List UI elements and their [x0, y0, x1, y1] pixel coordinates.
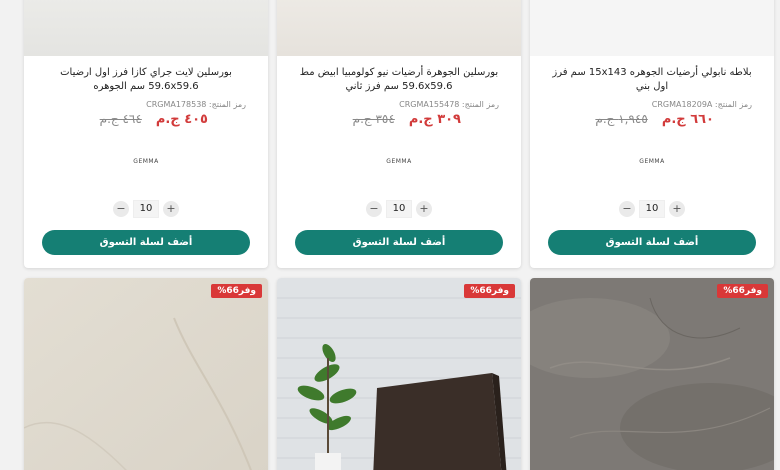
- price-original: ١,٩٤٥ ج.م: [595, 112, 648, 126]
- product-image[interactable]: [277, 0, 521, 56]
- discount-badge: وفر66%: [464, 284, 515, 298]
- quantity-input[interactable]: 10: [386, 200, 412, 218]
- product-card[interactable]: بورسلين الجوهرة أرضيات نيو كولومبيا ابيض…: [277, 0, 521, 268]
- quantity-stepper: − 10 +: [619, 200, 685, 218]
- increase-button[interactable]: +: [669, 201, 685, 217]
- add-to-cart-button[interactable]: أضف لسلة التسوق: [295, 230, 503, 255]
- product-image[interactable]: [24, 278, 268, 470]
- price-current: ٣٠٩ ج.م: [408, 112, 461, 127]
- quantity-input[interactable]: 10: [133, 200, 159, 218]
- quantity-stepper: − 10 +: [366, 200, 432, 218]
- product-card[interactable]: وفر66%: [530, 278, 774, 470]
- product-image[interactable]: [277, 278, 521, 470]
- add-to-cart-button[interactable]: أضف لسلة التسوق: [42, 230, 250, 255]
- product-title[interactable]: بورسلين الجوهرة أرضيات نيو كولومبيا ابيض…: [291, 66, 507, 96]
- product-grid: بلاطه نابولي أرضيات الجوهره 15x143 سم فر…: [0, 0, 780, 470]
- product-code: رمز المنتج: CRGMA155478: [399, 100, 499, 109]
- product-image[interactable]: [24, 0, 268, 56]
- price-original: ٣٥٤ ج.م: [352, 112, 395, 126]
- product-code: رمز المنتج: CRGMA18209A: [651, 100, 752, 109]
- product-title[interactable]: بورسلين لايت جراي كازا فرز اول ارضيات 59…: [38, 66, 254, 96]
- price-current: ٤٠٥ ج.م: [155, 112, 208, 127]
- brand-logo: GEMMA: [639, 158, 665, 165]
- product-card[interactable]: وفر66%: [24, 278, 268, 470]
- product-title[interactable]: بلاطه نابولي أرضيات الجوهره 15x143 سم فر…: [544, 66, 760, 96]
- product-card[interactable]: بورسلين لايت جراي كازا فرز اول ارضيات 59…: [24, 0, 268, 268]
- discount-badge: وفر66%: [717, 284, 768, 298]
- increase-button[interactable]: +: [416, 201, 432, 217]
- brand-logo: GEMMA: [133, 158, 159, 165]
- add-to-cart-button[interactable]: أضف لسلة التسوق: [548, 230, 756, 255]
- product-code: رمز المنتج: CRGMA178538: [146, 100, 246, 109]
- discount-badge: وفر66%: [211, 284, 262, 298]
- price-original: ٤٦٤ ج.م: [99, 112, 142, 126]
- quantity-input[interactable]: 10: [639, 200, 665, 218]
- decrease-button[interactable]: −: [113, 201, 129, 217]
- product-image[interactable]: [530, 278, 774, 470]
- price-current: ٦٦٠ ج.م: [661, 112, 714, 127]
- increase-button[interactable]: +: [163, 201, 179, 217]
- quantity-stepper: − 10 +: [113, 200, 179, 218]
- product-card[interactable]: وفر66%: [277, 278, 521, 470]
- decrease-button[interactable]: −: [366, 201, 382, 217]
- decrease-button[interactable]: −: [619, 201, 635, 217]
- brand-logo: GEMMA: [386, 158, 412, 165]
- product-image[interactable]: [530, 0, 774, 56]
- product-card[interactable]: بلاطه نابولي أرضيات الجوهره 15x143 سم فر…: [530, 0, 774, 268]
